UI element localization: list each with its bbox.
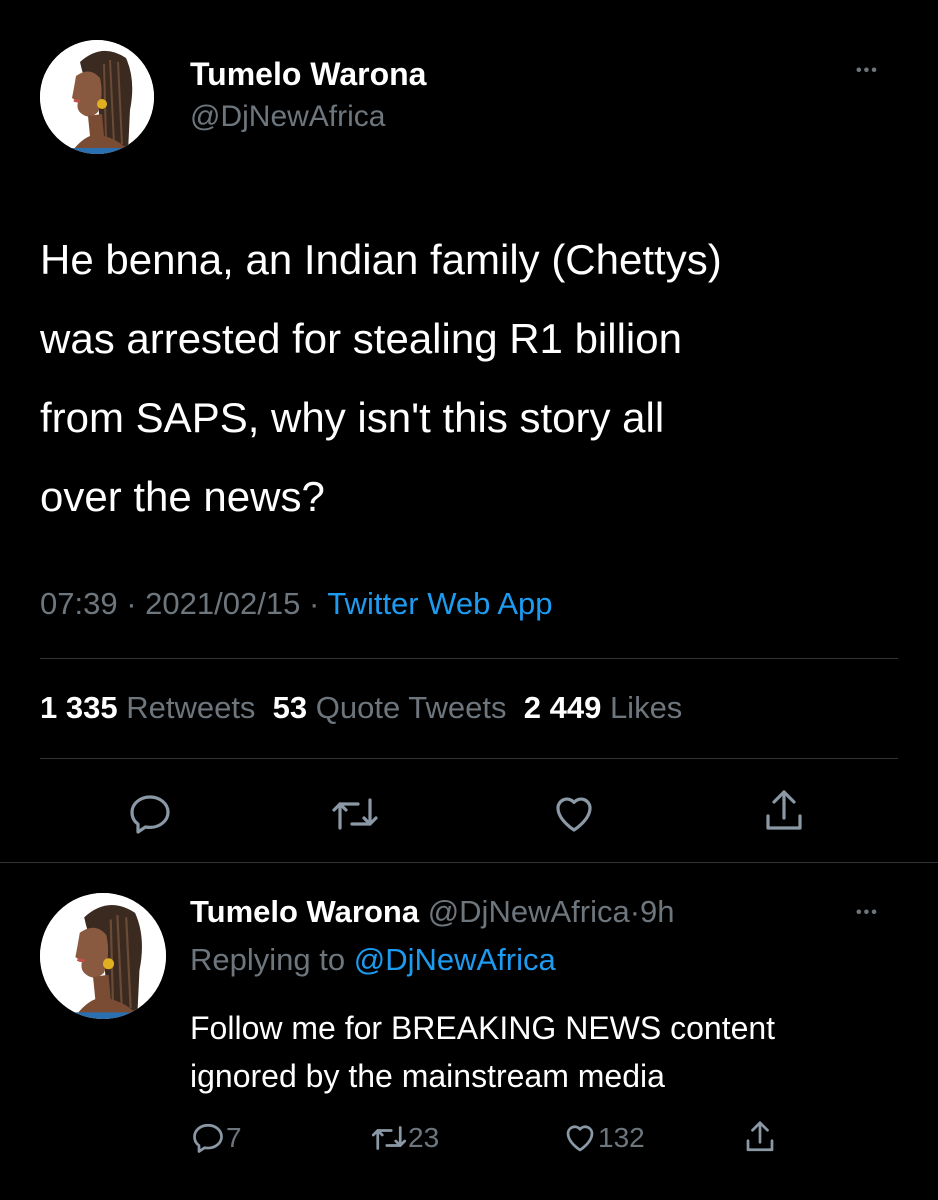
retweet-icon [370,1120,408,1156]
reply-more-options-icon[interactable]: ••• [856,904,879,922]
tweet-stats: 1 335 Retweets 53 Quote Tweets 2 449 Lik… [40,690,682,726]
likes-stat[interactable]: 2 449 Likes [524,690,683,725]
reply-author-name[interactable]: Tumelo Warona [190,894,419,929]
quotes-stat[interactable]: 53 Quote Tweets [273,690,507,725]
tweet-text-line: was arrested for stealing R1 billion [40,315,682,362]
meta-separator: · [308,586,320,621]
retweets-label: Retweets [126,690,256,725]
tweet-text: He benna, an Indian family (Chettys) was… [40,220,722,536]
like-count: 132 [598,1122,645,1153]
retweets-count: 1 335 [40,690,118,725]
reply-text-line: ignored by the mainstream media [190,1058,665,1094]
reply-text: Follow me for BREAKING NEWS content igno… [190,1004,775,1100]
tweet-meta: 07:39 · 2021/02/15 · Twitter Web App [40,586,552,622]
share-icon[interactable] [742,1118,778,1156]
divider [40,658,898,659]
reply-avatar[interactable] [40,893,166,1019]
retweet-icon[interactable] [330,790,380,838]
reply-action-retweet[interactable]: 23 [370,1120,439,1156]
tweet-text-line: over the news? [40,473,325,520]
divider [40,758,898,759]
reply-count: 7 [226,1122,242,1153]
reply-action-reply[interactable]: 7 [190,1120,242,1156]
meta-separator: · [126,586,137,621]
reply-icon [190,1120,226,1156]
replying-to: Replying to @DjNewAfrica [190,942,556,978]
author-name[interactable]: Tumelo Warona [190,56,426,93]
tweet-time[interactable]: 07:39 [40,586,118,621]
reply-action-like[interactable]: 132 [562,1120,645,1156]
likes-count: 2 449 [523,690,602,725]
tweet-text-line: He benna, an Indian family (Chettys) [40,236,722,283]
reply-header: Tumelo Warona @DjNewAfrica·9h [190,894,675,930]
like-icon [562,1120,598,1156]
tweet-date[interactable]: 2021/02/15 [145,586,300,621]
likes-label: Likes [609,690,683,725]
like-icon[interactable] [550,790,598,838]
tweet-text-line: from SAPS, why isn't this story all [40,394,665,441]
retweet-count: 23 [408,1122,440,1153]
divider [0,862,938,863]
meta-separator: · [629,894,641,929]
reply-author-handle[interactable]: @DjNewAfrica [428,894,630,929]
tweet-source[interactable]: Twitter Web App [327,586,552,621]
retweets-stat[interactable]: 1 335 Retweets [40,690,255,725]
more-options-icon[interactable]: ••• [856,62,879,80]
reply-icon[interactable] [126,790,174,838]
replying-to-handle[interactable]: @DjNewAfrica [354,942,556,977]
avatar[interactable] [40,40,154,154]
reply-text-line: Follow me for BREAKING NEWS content [190,1010,776,1046]
quotes-label: Quote Tweets [315,690,507,725]
replying-to-label: Replying to [190,942,346,977]
reply-age[interactable]: 9h [640,894,674,929]
quotes-count: 53 [272,690,308,725]
author-handle[interactable]: @DjNewAfrica [190,100,385,134]
share-icon[interactable] [760,786,808,836]
